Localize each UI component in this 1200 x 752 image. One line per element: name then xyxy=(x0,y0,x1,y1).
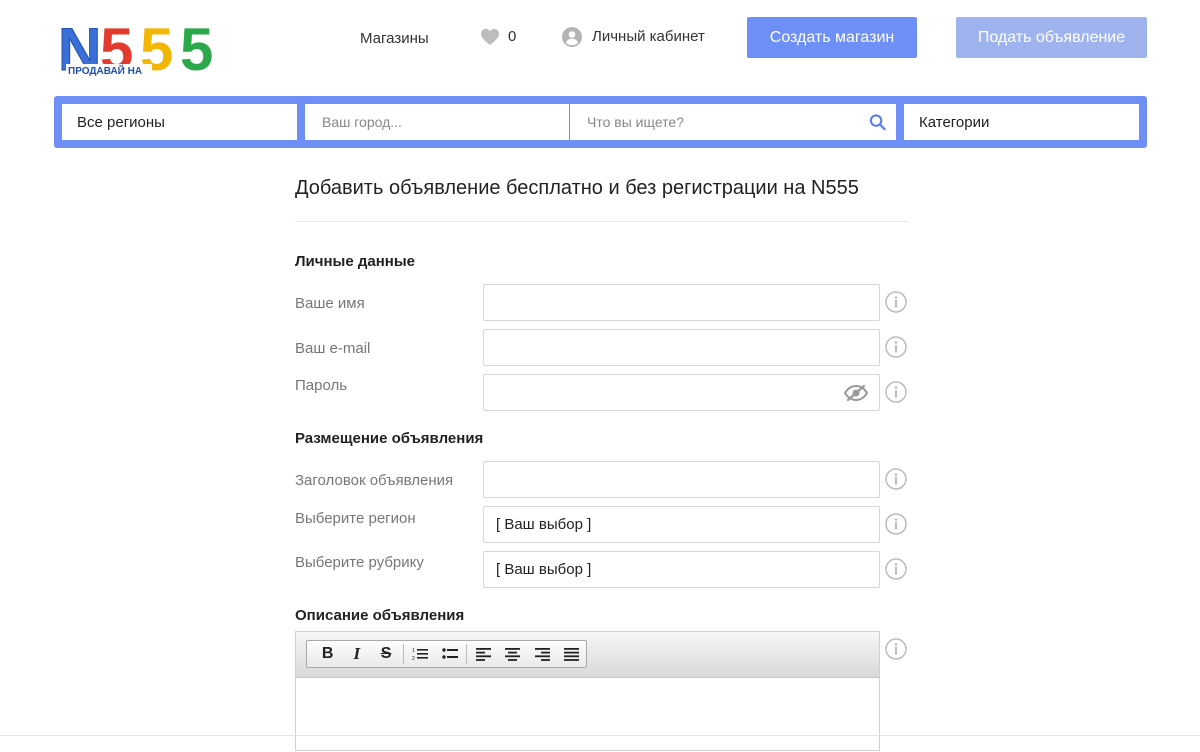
name-input[interactable] xyxy=(484,285,879,320)
page-title: Добавить объявление бесплатно и без реги… xyxy=(295,177,859,199)
nav-stores-link[interactable]: Магазины xyxy=(360,31,429,47)
info-icon[interactable] xyxy=(885,291,907,313)
align-right-button[interactable] xyxy=(528,641,557,667)
editor-toolbar-group: B I S 1 2 xyxy=(306,640,587,668)
section-ad-placement: Размещение объявления xyxy=(295,430,484,447)
bold-button[interactable]: B xyxy=(313,641,342,667)
user-circle-icon xyxy=(562,27,582,47)
rubric-select-value: [ Ваш выбор ] xyxy=(496,561,592,578)
align-center-button[interactable] xyxy=(498,641,527,667)
info-icon[interactable] xyxy=(885,468,907,490)
site-logo[interactable]: N 5 5 5 ПРОДАВАЙ НА xyxy=(58,16,234,84)
title-divider xyxy=(295,221,907,222)
region-select[interactable]: Все регионы xyxy=(62,104,297,140)
align-center-icon xyxy=(505,647,521,661)
region-label: Выберите регион xyxy=(295,510,416,527)
logo-digit-3: 5 xyxy=(180,18,213,80)
email-input[interactable] xyxy=(484,330,879,365)
rubric-select-field[interactable]: [ Ваш выбор ] xyxy=(483,551,880,588)
nav-favorites[interactable]: 0 xyxy=(480,28,516,46)
ad-title-field[interactable] xyxy=(483,461,880,498)
rubric-label: Выберите рубрику xyxy=(295,554,424,571)
align-justify-icon xyxy=(563,647,579,661)
favorites-count: 0 xyxy=(508,28,517,45)
editor-toolbar: B I S 1 2 xyxy=(296,632,879,678)
query-field[interactable] xyxy=(570,104,896,140)
heart-icon xyxy=(481,28,499,46)
query-input[interactable] xyxy=(585,113,870,131)
password-field[interactable] xyxy=(483,374,880,411)
ordered-list-button[interactable]: 1 2 xyxy=(406,641,435,667)
name-label: Ваше имя xyxy=(295,295,365,312)
info-icon[interactable] xyxy=(885,513,907,535)
page-bottom-divider xyxy=(0,735,1200,736)
city-field[interactable] xyxy=(305,104,569,140)
cabinet-label: Личный кабинет xyxy=(592,28,705,45)
search-icon[interactable] xyxy=(869,113,886,131)
region-select-value: [ Ваш выбор ] xyxy=(496,516,592,533)
name-field[interactable] xyxy=(483,284,880,321)
align-left-button[interactable] xyxy=(469,641,498,667)
editor-content-area[interactable] xyxy=(296,678,879,752)
svg-text:1: 1 xyxy=(412,648,415,654)
toolbar-separator xyxy=(466,644,468,664)
section-description: Описание объявления xyxy=(295,607,465,624)
info-icon[interactable] xyxy=(885,336,907,358)
bullet-list-button[interactable] xyxy=(435,641,464,667)
eye-slash-icon[interactable] xyxy=(843,384,869,402)
password-label: Пароль xyxy=(295,377,348,394)
email-label: Ваш e-mail xyxy=(295,340,371,357)
ad-title-input[interactable] xyxy=(484,462,879,497)
categories-label: Категории xyxy=(919,113,990,131)
categories-select[interactable]: Категории xyxy=(904,104,1139,140)
post-ad-button[interactable]: Подать объявление xyxy=(956,17,1147,58)
section-personal-data: Личные данные xyxy=(295,253,415,270)
toolbar-separator xyxy=(402,644,404,664)
ordered-list-icon: 1 2 xyxy=(412,648,429,661)
password-input[interactable] xyxy=(484,375,879,410)
align-right-icon xyxy=(534,647,550,661)
align-left-icon xyxy=(476,647,492,661)
region-select-field[interactable]: [ Ваш выбор ] xyxy=(483,506,880,543)
bullet-list-icon xyxy=(441,648,458,659)
nav-cabinet-link[interactable]: Личный кабинет xyxy=(562,27,705,47)
create-store-button[interactable]: Создать магазин xyxy=(747,17,917,58)
info-icon[interactable] xyxy=(885,381,907,403)
strikethrough-button[interactable]: S xyxy=(371,641,400,667)
info-icon[interactable] xyxy=(885,638,907,660)
logo-tagline: ПРОДАВАЙ НА xyxy=(68,64,142,77)
ad-title-label: Заголовок объявления xyxy=(295,472,454,489)
description-editor: B I S 1 2 xyxy=(295,631,880,751)
city-input[interactable] xyxy=(320,113,569,131)
align-justify-button[interactable] xyxy=(557,641,586,667)
italic-button[interactable]: I xyxy=(342,641,371,667)
info-icon[interactable] xyxy=(885,558,907,580)
svg-text:2: 2 xyxy=(412,656,415,661)
region-select-label: Все регионы xyxy=(77,113,165,131)
email-field[interactable] xyxy=(483,329,880,366)
search-bar: Все регионы Категории xyxy=(54,96,1147,148)
